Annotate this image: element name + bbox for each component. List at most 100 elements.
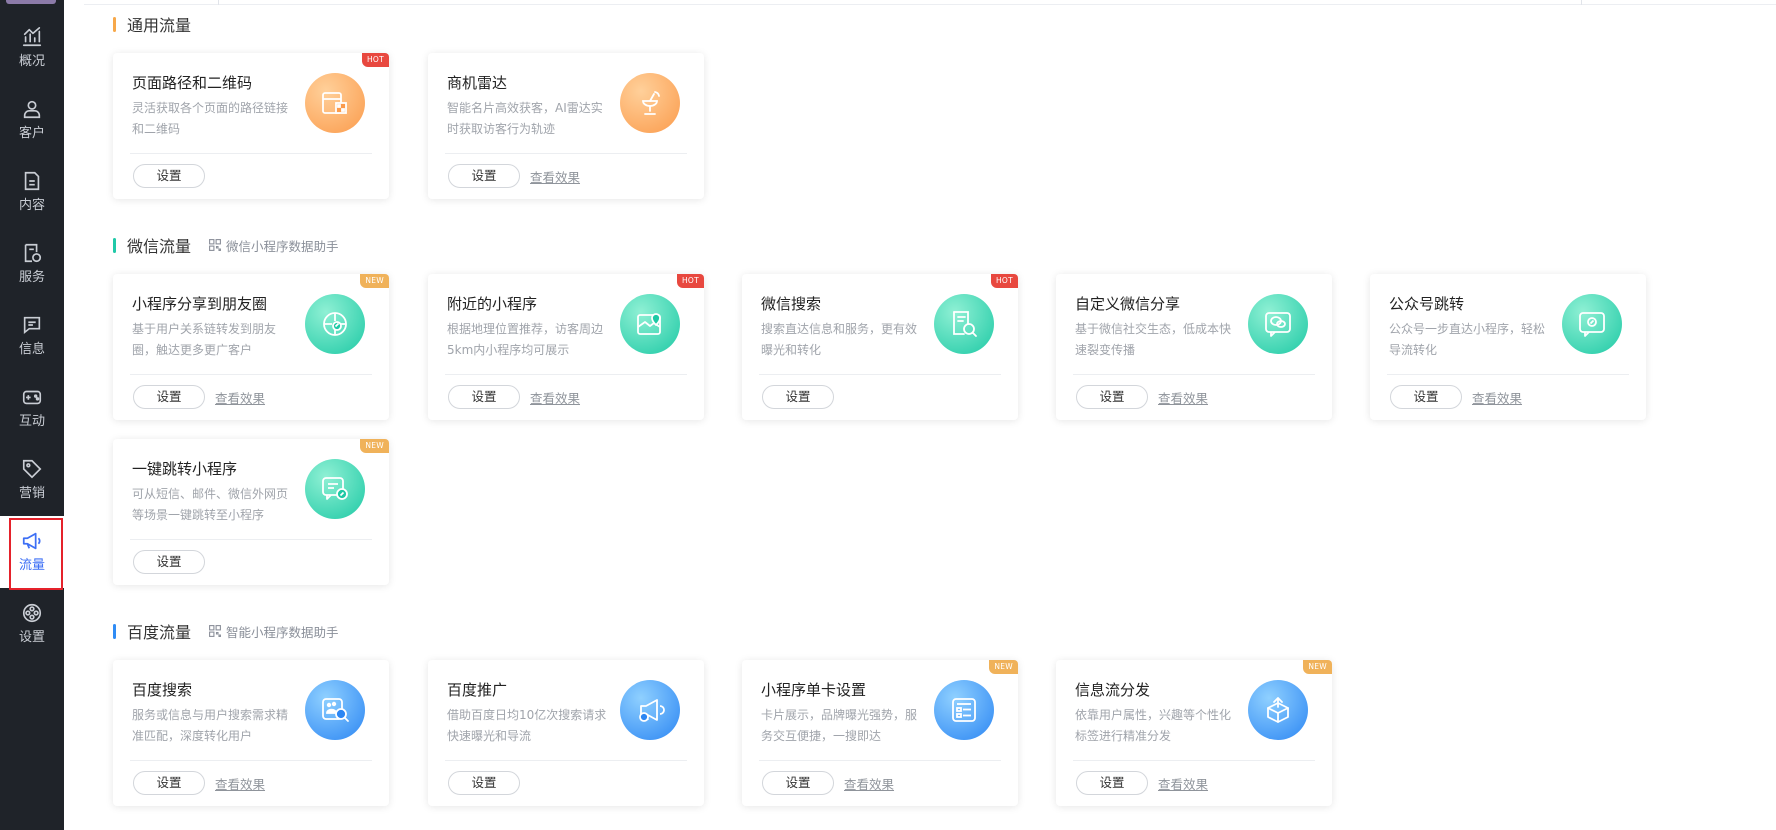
settings-button[interactable]: 设置 xyxy=(762,771,834,795)
sidebar-item-content[interactable]: 内容 xyxy=(0,156,64,228)
sidebar-item-interaction[interactable]: 互动 xyxy=(0,372,64,444)
card-feed-distribution: NEW 信息流分发 依靠用户属性，兴趣等个性化标签进行精准分发 设置 查看效果 xyxy=(1056,660,1332,806)
jump-link-icon xyxy=(305,459,365,519)
sidebar-item-label: 概况 xyxy=(18,54,45,69)
settings-button[interactable]: 设置 xyxy=(133,164,205,188)
card-title: 信息流分发 xyxy=(1075,681,1151,699)
helper-label: 微信小程序数据助手 xyxy=(226,238,339,254)
card-custom-wechat-share: 自定义微信分享 基于微信社交生态，低成本快速裂变传播 设置 查看效果 xyxy=(1056,274,1332,420)
card-desc: 基于用户关系链转发到朋友圈，触达更多更广客户 xyxy=(132,322,277,357)
card-title: 一键跳转小程序 xyxy=(132,460,238,478)
sidebar-item-label: 营销 xyxy=(18,486,45,501)
settings-button[interactable]: 设置 xyxy=(1390,385,1462,409)
settings-button[interactable]: 设置 xyxy=(762,385,834,409)
megaphone-icon xyxy=(22,532,41,550)
card-official-account-jump: 公众号跳转 公众号一步直达小程序，轻松导流转化 设置 查看效果 xyxy=(1370,274,1646,420)
message-icon xyxy=(23,316,41,335)
settings-button[interactable]: 设置 xyxy=(133,550,205,574)
settings-button[interactable]: 设置 xyxy=(448,771,520,795)
card-page-path-qr: HOT 页面路径和二维码 灵活获取各个页面的路径链接和二维码 设置 xyxy=(113,53,389,199)
user-icon xyxy=(23,100,41,119)
view-effect-link[interactable]: 查看效果 xyxy=(1158,774,1208,793)
card-baidu-search: 百度搜索 服务或信息与用户搜索需求精准匹配，深度转化用户 设置 查看效果 xyxy=(113,660,389,806)
card-nearby-miniprogram: HOT 附近的小程序 根据地理位置推荐，访客周边5km内小程序均可展示 设置 查… xyxy=(428,274,704,420)
settings-button[interactable]: 设置 xyxy=(1076,385,1148,409)
new-badge: NEW xyxy=(989,660,1018,674)
section-header-baidu: 百度流量 智能小程序数据助手 xyxy=(113,621,339,642)
settings-icon xyxy=(22,603,42,623)
card-desc: 依靠用户属性，兴趣等个性化标签进行精准分发 xyxy=(1075,708,1232,743)
card-title: 附近的小程序 xyxy=(447,295,538,313)
settings-button[interactable]: 设置 xyxy=(133,771,205,795)
top-strip xyxy=(84,0,1776,5)
qr-code-icon xyxy=(209,239,221,251)
settings-button[interactable]: 设置 xyxy=(133,385,205,409)
card-title: 页面路径和二维码 xyxy=(132,74,253,92)
service-icon xyxy=(24,243,42,263)
card-title: 小程序单卡设置 xyxy=(761,681,867,699)
view-effect-link[interactable]: 查看效果 xyxy=(844,774,894,793)
card-desc: 根据地理位置推荐，访客周边5km内小程序均可展示 xyxy=(447,322,604,357)
section-header-wechat: 微信流量 微信小程序数据助手 xyxy=(113,235,339,256)
sidebar-item-service[interactable]: 服务 xyxy=(0,228,64,300)
card-moments-share: NEW 小程序分享到朋友圈 基于用户关系链转发到朋友圈，触达更多更广客户 设置 … xyxy=(113,274,389,420)
sidebar-item-settings[interactable]: 设置 xyxy=(0,588,64,660)
card-title: 商机雷达 xyxy=(447,74,508,92)
wechat-data-helper-link[interactable]: 微信小程序数据助手 xyxy=(209,236,339,255)
sidebar-item-label: 内容 xyxy=(18,198,45,213)
official-account-icon xyxy=(1562,294,1622,354)
section-title: 百度流量 xyxy=(127,623,192,642)
new-badge: NEW xyxy=(360,439,389,453)
sidebar-item-overview[interactable]: 概况 xyxy=(0,12,64,84)
card-desc: 借助百度日均10亿次搜索请求快速曝光和导流 xyxy=(447,708,607,743)
sidebar-item-label: 设置 xyxy=(18,630,45,645)
hot-badge: HOT xyxy=(676,274,704,288)
card-desc: 搜索直达信息和服务，更有效曝光和转化 xyxy=(761,322,918,357)
view-effect-link[interactable]: 查看效果 xyxy=(530,167,580,186)
settings-button[interactable]: 设置 xyxy=(448,164,520,188)
card-miniprogram-single-card: NEW 小程序单卡设置 卡片展示，品牌曝光强势，服务交互便捷，一搜即达 设置 查… xyxy=(742,660,1018,806)
helper-label: 智能小程序数据助手 xyxy=(226,624,339,640)
document-icon xyxy=(24,171,40,191)
sidebar-item-traffic[interactable]: 流量 xyxy=(0,516,64,590)
view-effect-link[interactable]: 查看效果 xyxy=(1472,388,1522,407)
tag-icon xyxy=(22,459,42,479)
card-title: 小程序分享到朋友圈 xyxy=(132,295,268,313)
wechat-icon xyxy=(1248,294,1308,354)
card-title: 自定义微信分享 xyxy=(1075,295,1181,313)
sidebar-item-messages[interactable]: 信息 xyxy=(0,300,64,372)
card-desc: 智能名片高效获客，AI雷达实时获取访客行为轨迹 xyxy=(447,101,603,136)
sidebar-item-label: 服务 xyxy=(18,270,45,285)
section-header-general: 通用流量 xyxy=(113,14,191,35)
sidebar-item-label: 信息 xyxy=(18,342,45,357)
view-effect-link[interactable]: 查看效果 xyxy=(215,388,265,407)
card-desc: 卡片展示，品牌曝光强势，服务交互便捷，一搜即达 xyxy=(761,708,918,743)
settings-button[interactable]: 设置 xyxy=(1076,771,1148,795)
section-title: 微信流量 xyxy=(127,237,192,256)
card-desc: 灵活获取各个页面的路径链接和二维码 xyxy=(132,101,289,136)
settings-button[interactable]: 设置 xyxy=(448,385,520,409)
chart-icon xyxy=(22,27,42,47)
card-one-click-jump: NEW 一键跳转小程序 可从短信、邮件、微信外网页等场景一键跳转至小程序 设置 xyxy=(113,439,389,585)
new-badge: NEW xyxy=(360,274,389,288)
card-desc: 服务或信息与用户搜索需求精准匹配，深度转化用户 xyxy=(132,708,289,743)
sidebar-item-marketing[interactable]: 营销 xyxy=(0,444,64,516)
card-desc: 基于微信社交生态，低成本快速裂变传播 xyxy=(1075,322,1232,357)
view-effect-link[interactable]: 查看效果 xyxy=(530,388,580,407)
card-title: 百度推广 xyxy=(447,681,508,699)
hot-badge: HOT xyxy=(361,53,389,67)
card-opportunity-radar: 商机雷达 智能名片高效获客，AI雷达实时获取访客行为轨迹 设置 查看效果 xyxy=(428,53,704,199)
distribute-icon xyxy=(1248,680,1308,740)
card-title: 微信搜索 xyxy=(761,295,822,313)
baidu-data-helper-link[interactable]: 智能小程序数据助手 xyxy=(209,622,339,641)
view-effect-link[interactable]: 查看效果 xyxy=(1158,388,1208,407)
sidebar-item-label: 互动 xyxy=(18,414,45,429)
card-wechat-search: HOT 微信搜索 搜索直达信息和服务，更有效曝光和转化 设置 xyxy=(742,274,1018,420)
sidebar-item-label: 流量 xyxy=(18,558,45,573)
sidebar: 概况 客户 内容 服务 信息 互动 营销 流量 设置 xyxy=(0,0,64,830)
sidebar-item-customers[interactable]: 客户 xyxy=(0,84,64,156)
card-list-icon xyxy=(934,680,994,740)
baidu-promo-icon xyxy=(620,680,680,740)
new-badge: NEW xyxy=(1303,660,1332,674)
view-effect-link[interactable]: 查看效果 xyxy=(215,774,265,793)
